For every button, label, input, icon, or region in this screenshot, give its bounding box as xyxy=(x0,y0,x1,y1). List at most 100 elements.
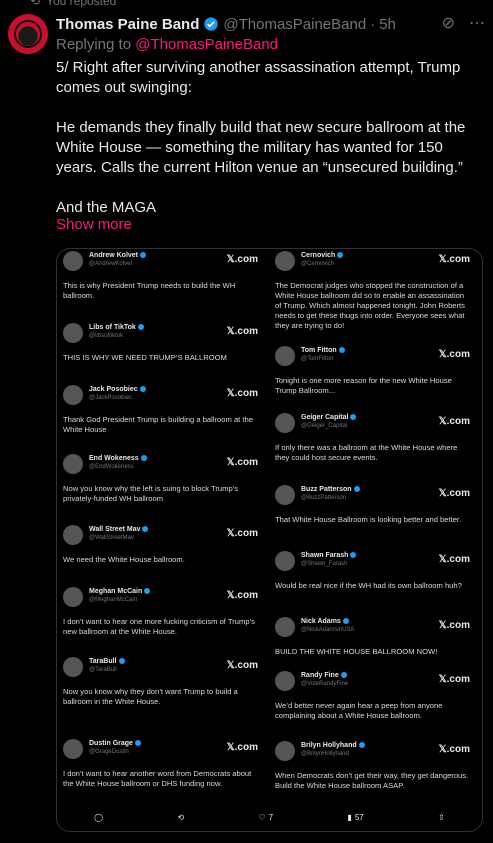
card-avatar xyxy=(275,346,295,366)
grok-icon[interactable]: ⊘ xyxy=(442,14,455,34)
card-name: TaraBull xyxy=(89,658,125,665)
media-image[interactable]: Andrew Kolvet @AndrewKolvet 𝕏.com This is w… xyxy=(56,248,483,832)
card-avatar xyxy=(275,671,295,691)
card-verified-icon xyxy=(337,252,344,259)
card-avatar xyxy=(275,741,295,761)
like-button[interactable]: ♡ 7 xyxy=(258,813,273,822)
card-name: Geiger Capital xyxy=(301,414,357,421)
card-avatar xyxy=(63,385,83,405)
card-text: Now you know why they don’t want Trump t… xyxy=(63,687,238,706)
card-handle: @libsoftiktok xyxy=(89,333,124,339)
x-logo-icon: 𝕏.com xyxy=(226,590,258,601)
card-text: BUILD THE WHITE HOUSE BALLROOM NOW! xyxy=(275,647,438,656)
card-name: Nick Adams xyxy=(301,618,349,625)
views-button[interactable]: ▮ 57 xyxy=(347,813,363,822)
x-logo-icon: 𝕏.com xyxy=(226,742,258,753)
card-text: We’d better never again hear a peep from… xyxy=(275,701,443,720)
card-text: When Democrats don’t get their way, they… xyxy=(275,771,469,790)
card-verified-icon xyxy=(139,386,146,393)
card-avatar xyxy=(63,525,83,545)
separator-dot: · xyxy=(370,15,376,33)
card-text: THIS IS WHY WE NEED TRUMP’S BALLROOM xyxy=(63,353,227,362)
card-avatar xyxy=(63,587,83,607)
view-count: 57 xyxy=(354,812,364,822)
x-logo-icon: 𝕏.com xyxy=(226,660,258,671)
x-logo-icon: 𝕏.com xyxy=(438,620,470,631)
card-verified-icon xyxy=(144,588,151,595)
card-verified-icon xyxy=(134,740,141,747)
media-actions-bar: ◯ ⟲ ♡ 7 ▮ 57 ⇪ xyxy=(57,809,482,825)
x-logo-icon: 𝕏.com xyxy=(438,254,470,265)
card-text: We need the White House ballroom. xyxy=(63,555,185,564)
x-logo-icon: 𝕏.com xyxy=(226,388,258,399)
card-verified-icon xyxy=(342,618,349,625)
x-logo-icon: 𝕏.com xyxy=(438,674,470,685)
card-verified-icon xyxy=(358,742,365,749)
card-handle: @BrilynHollyhand xyxy=(301,751,349,757)
author-handle[interactable]: @ThomasPaineBand xyxy=(223,16,366,33)
show-more-link[interactable]: Show more xyxy=(56,216,132,233)
card-name: Tom Fitton xyxy=(301,347,345,354)
card-handle: @WallStreetMav xyxy=(89,535,134,541)
card-avatar xyxy=(63,657,83,677)
card-text: Would be real nice if the WH had its own… xyxy=(275,581,462,590)
more-options-icon[interactable]: ⋯ xyxy=(469,14,485,34)
card-name: Randy Fine xyxy=(301,672,347,679)
card-handle: @TomFitton xyxy=(301,356,334,362)
repost-action-icon[interactable]: ⟲ xyxy=(177,813,184,822)
share-icon[interactable]: ⇪ xyxy=(438,813,445,822)
card-verified-icon xyxy=(340,672,347,679)
card-avatar xyxy=(63,251,83,271)
card-name: Buzz Patterson xyxy=(301,486,360,493)
card-avatar xyxy=(63,454,83,474)
card-verified-icon xyxy=(350,552,357,559)
card-handle: @EndWokeness xyxy=(89,464,134,470)
card-verified-icon xyxy=(140,252,147,259)
author-avatar[interactable] xyxy=(8,14,48,54)
card-name: Cernovich xyxy=(301,252,344,259)
card-text: This is why President Trump needs to bui… xyxy=(63,281,236,300)
card-name: Shawn Farash xyxy=(301,552,357,559)
card-handle: @MeghanMcCain xyxy=(89,597,138,603)
card-verified-icon xyxy=(142,526,149,533)
x-logo-icon: 𝕏.com xyxy=(438,488,470,499)
card-handle: @Shawn_Farash xyxy=(301,561,348,567)
reply-context: Replying to @ThomasPaineBand xyxy=(56,36,278,53)
card-verified-icon xyxy=(118,658,125,665)
card-name: Dustin Grage xyxy=(89,740,141,747)
verified-badge-icon xyxy=(204,17,219,31)
card-name: Brilyn Hollyhand xyxy=(301,742,365,749)
card-text: That White House Ballroom is looking bet… xyxy=(275,515,462,524)
card-handle: @VoteRandyFine xyxy=(301,681,349,687)
card-name: Jack Posobiec xyxy=(89,386,146,393)
card-handle: @Geiger_Capital xyxy=(301,423,348,429)
card-avatar xyxy=(275,413,295,433)
card-handle: @GrageDustin xyxy=(89,749,129,755)
card-handle: @TaraBull xyxy=(89,667,117,673)
reply-target-link[interactable]: @ThomasPaineBand xyxy=(135,36,278,53)
card-avatar xyxy=(275,251,295,271)
x-logo-icon: 𝕏.com xyxy=(438,554,470,565)
card-text: I don’t want to hear one more fucking cr… xyxy=(63,617,255,636)
card-text: Tonight is one more reason for the new W… xyxy=(275,376,452,395)
reply-icon[interactable]: ◯ xyxy=(94,813,103,822)
x-logo-icon: 𝕏.com xyxy=(438,416,470,427)
x-logo-icon: 𝕏.com xyxy=(438,349,470,360)
card-text: Thank God President Trump is building a … xyxy=(63,415,253,434)
tweet-time[interactable]: 5h xyxy=(379,16,396,33)
card-verified-icon xyxy=(338,347,345,354)
card-text: If only there was a ballroom at the Whit… xyxy=(275,443,458,462)
card-name: Meghan McCain xyxy=(89,588,151,595)
x-logo-icon: 𝕏.com xyxy=(226,254,258,265)
tweet-header: Thomas Paine Band @ThomasPaineBand · 5h … xyxy=(56,14,485,34)
card-avatar xyxy=(63,739,83,759)
card-handle: @NickAdamsinUSA xyxy=(301,627,355,633)
card-avatar xyxy=(275,485,295,505)
card-verified-icon xyxy=(140,455,147,462)
card-name: Libs of TikTok xyxy=(89,324,144,331)
card-avatar xyxy=(275,551,295,571)
card-name: End Wokeness xyxy=(89,455,147,462)
card-text: The Democrat judges who stopped the cons… xyxy=(275,281,465,330)
card-avatar xyxy=(63,323,83,343)
author-name[interactable]: Thomas Paine Band xyxy=(56,16,199,33)
